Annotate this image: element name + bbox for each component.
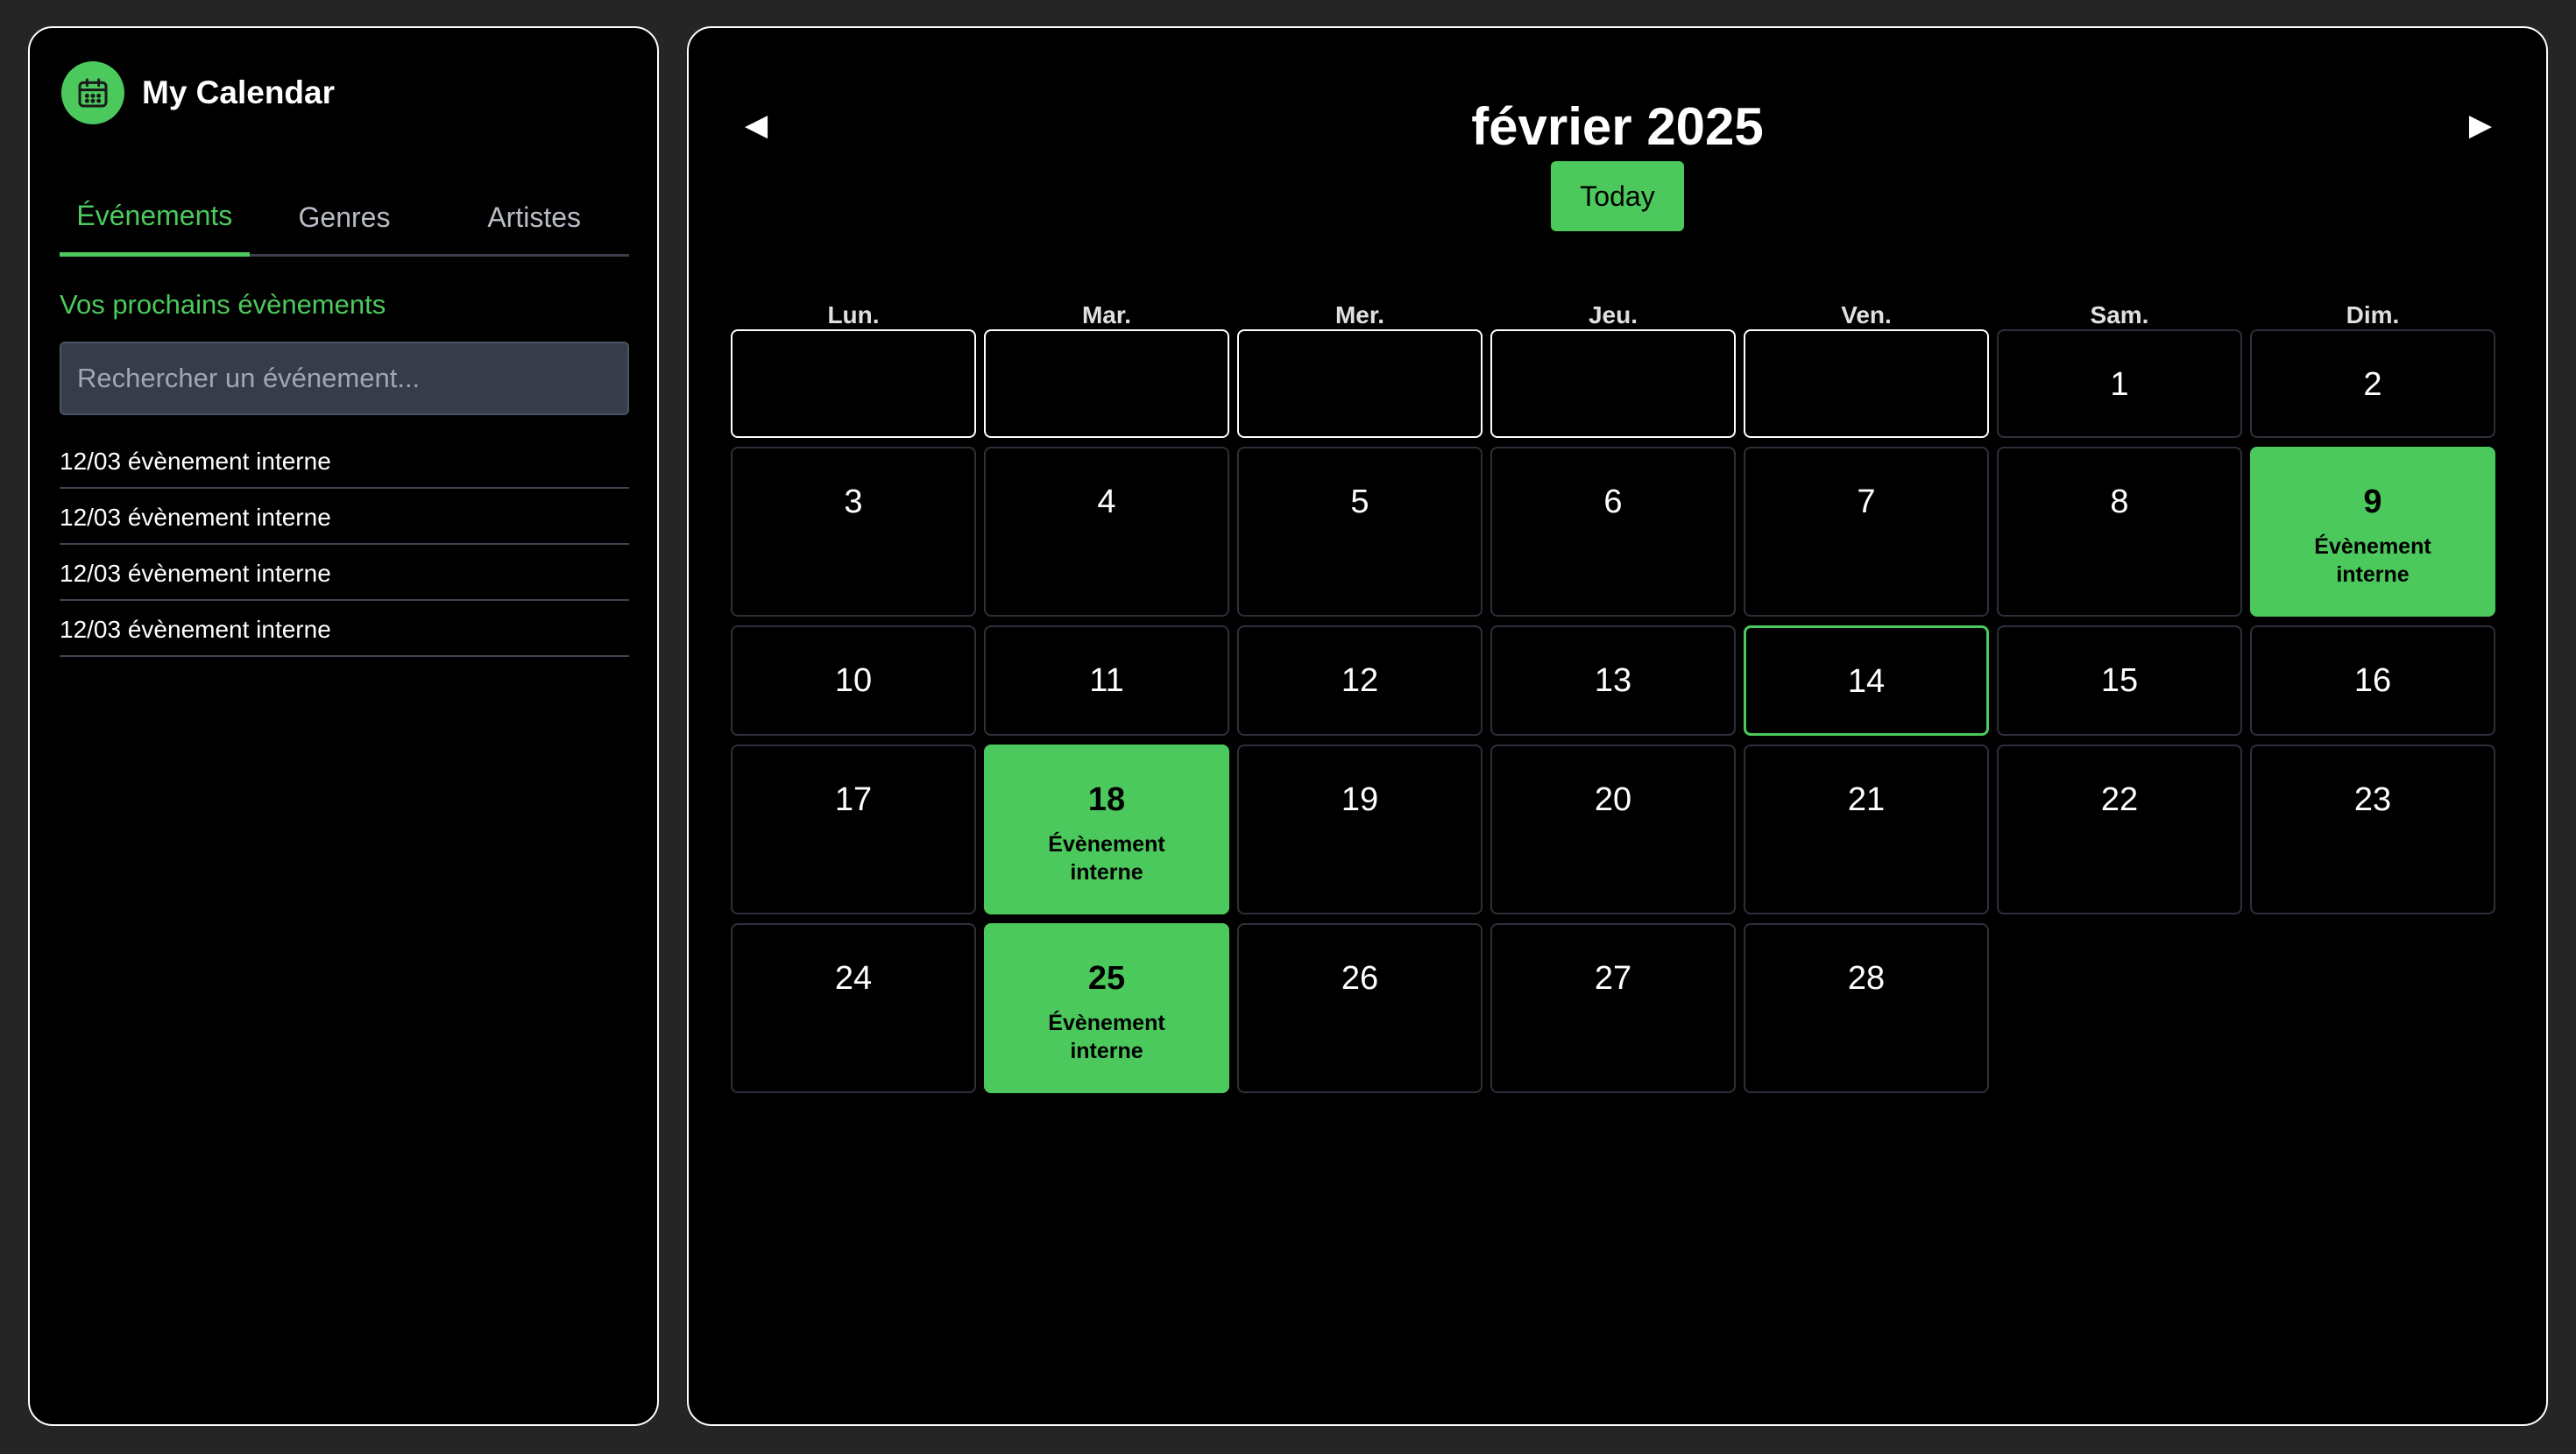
day-cell[interactable]: 19 [1237, 745, 1483, 914]
day-number: 15 [2100, 662, 2139, 699]
day-number: 13 [1594, 662, 1632, 699]
day-cell[interactable]: 18 Évènement interne [984, 745, 1229, 914]
day-cell[interactable]: 11 [984, 625, 1229, 736]
day-cell[interactable]: 12 [1237, 625, 1483, 736]
upcoming-event-list: 12/03 évènement interne 12/03 évènement i… [60, 433, 629, 657]
empty-day-cell [1490, 329, 1736, 438]
day-cell[interactable]: 22 [1997, 745, 2242, 914]
weekday-label: Mer. [1334, 301, 1385, 328]
day-cell[interactable]: 25 Évènement interne [984, 923, 1229, 1093]
day-cell[interactable]: 8 [1997, 447, 2242, 617]
day-cell[interactable]: 3 [731, 447, 976, 617]
day-cell[interactable]: 20 [1490, 745, 1736, 914]
day-event-label: Évènement interne [2314, 534, 2431, 587]
day-number: 23 [2353, 781, 2392, 818]
brand: My Calendar [61, 61, 335, 124]
empty-day-cell [731, 329, 976, 438]
day-cell[interactable]: 2 [2250, 329, 2495, 438]
empty-day-cell [984, 329, 1229, 438]
day-number: 22 [2100, 781, 2139, 818]
weekday-label: Jeu. [1588, 301, 1638, 328]
day-number: 1 [2110, 366, 2129, 403]
event-search-input[interactable] [60, 342, 629, 415]
day-number: 2 [2363, 366, 2382, 403]
day-number: 11 [1089, 662, 1124, 699]
day-number: 17 [834, 781, 873, 818]
day-number: 10 [834, 662, 873, 699]
day-cell[interactable]: 14 [1744, 625, 1989, 736]
weekday-label: Ven. [1841, 301, 1892, 328]
list-item[interactable]: 12/03 évènement interne [60, 433, 629, 489]
month-title: février 2025 [1471, 97, 1764, 156]
weekday-label: Mar. [1081, 301, 1132, 328]
weekday-label: Lun. [827, 301, 880, 328]
sidebar: My Calendar Événements Genres Artistes Vos… [28, 26, 659, 1426]
day-number: 20 [1594, 781, 1632, 818]
day-cell[interactable]: 15 [1997, 625, 2242, 736]
day-cell[interactable]: 1 [1997, 329, 2242, 438]
upcoming-events-title: Vos prochains évènements [60, 289, 386, 320]
day-cell[interactable]: 28 [1744, 923, 1989, 1093]
day-cell[interactable]: 5 [1237, 447, 1483, 617]
day-cell[interactable]: 7 [1744, 447, 1989, 617]
next-month-icon[interactable]: ▶ [2469, 110, 2492, 140]
day-number: 16 [2353, 662, 2392, 699]
day-number: 26 [1341, 960, 1379, 997]
day-cell[interactable]: 21 [1744, 745, 1989, 914]
calendar-grid: 1 2 3 4 5 6 7 8 9 Évènement interne 10 11 12 13 14 15 16… [731, 329, 2497, 1093]
calendar-app: My Calendar Événements Genres Artistes Vos… [0, 0, 2576, 1454]
empty-day-cell [1237, 329, 1483, 438]
day-cell[interactable]: 17 [731, 745, 976, 914]
list-item[interactable]: 12/03 évènement interne [60, 545, 629, 601]
day-number: 14 [1847, 663, 1886, 700]
day-cell[interactable]: 9 Évènement interne [2250, 447, 2495, 617]
day-number: 5 [1350, 483, 1369, 520]
today-button[interactable]: Today [1551, 161, 1684, 231]
day-number: 28 [1847, 960, 1886, 997]
tab-artistes[interactable]: Artistes [439, 182, 629, 254]
day-cell[interactable]: 26 [1237, 923, 1483, 1093]
day-number: 9 [2363, 483, 2382, 520]
day-cell[interactable]: 6 [1490, 447, 1736, 617]
app-title: My Calendar [142, 74, 336, 110]
day-cell[interactable]: 24 [731, 923, 976, 1093]
empty-day-cell [1744, 329, 1989, 438]
day-cell[interactable]: 13 [1490, 625, 1736, 736]
day-cell[interactable]: 10 [731, 625, 976, 736]
calendar-icon [61, 61, 124, 124]
day-cell[interactable]: 23 [2250, 745, 2495, 914]
day-event-label: Évènement interne [1048, 1011, 1165, 1063]
day-number: 6 [1603, 483, 1623, 520]
day-number: 25 [1087, 960, 1126, 997]
day-cell[interactable]: 16 [2250, 625, 2495, 736]
day-number: 18 [1087, 781, 1126, 818]
tab-evenements[interactable]: Événements [60, 182, 250, 257]
weekday-label: Sam. [2090, 301, 2149, 328]
day-cell[interactable]: 27 [1490, 923, 1736, 1093]
day-number: 8 [2110, 483, 2129, 520]
weekday-header: Lun. Mar. Mer. Jeu. Ven. Sam. Dim. [731, 301, 2497, 329]
blank-cell [2250, 923, 2495, 1093]
sidebar-tabs: Événements Genres Artistes [60, 182, 629, 257]
day-number: 4 [1097, 483, 1116, 520]
day-number: 21 [1847, 781, 1886, 818]
day-number: 7 [1857, 483, 1876, 520]
blank-cell [1997, 923, 2242, 1093]
list-item[interactable]: 12/03 évènement interne [60, 601, 629, 657]
weekday-label: Dim. [2346, 301, 2400, 328]
day-number: 24 [834, 960, 873, 997]
day-number: 27 [1594, 960, 1632, 997]
list-item[interactable]: 12/03 évènement interne [60, 489, 629, 545]
day-number: 12 [1341, 662, 1379, 699]
day-number: 3 [844, 483, 863, 520]
day-number: 19 [1341, 781, 1379, 818]
day-cell[interactable]: 4 [984, 447, 1229, 617]
tab-genres[interactable]: Genres [250, 182, 440, 254]
calendar-panel: ◀ février 2025 ▶ Today Lun. Mar. Mer. Jeu. V… [687, 26, 2548, 1426]
day-event-label: Évènement interne [1048, 832, 1165, 885]
